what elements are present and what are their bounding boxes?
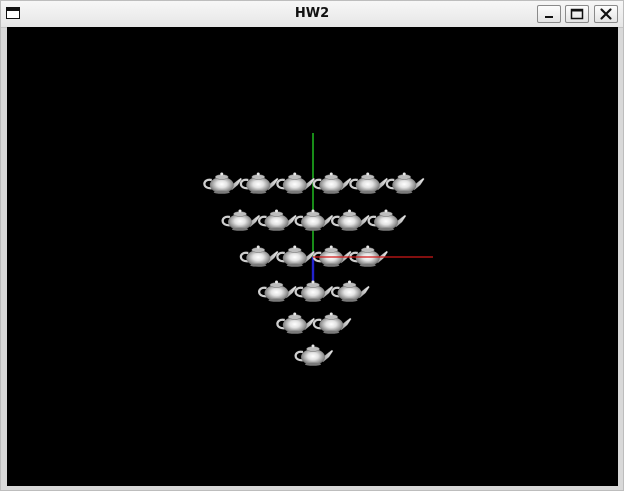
title-bar[interactable]: HW2 <box>1 1 623 28</box>
minimize-icon <box>545 16 553 18</box>
teapot-4-2 <box>294 280 334 302</box>
teapot-grid <box>203 172 425 366</box>
teapot-scene <box>203 133 433 366</box>
maximize-button[interactable] <box>565 5 589 23</box>
teapot-1-4 <box>312 172 352 194</box>
teapot-4-1 <box>258 280 297 302</box>
minimize-button[interactable] <box>537 5 561 23</box>
teapot-1-5 <box>349 172 389 194</box>
teapot-3-2 <box>276 245 316 267</box>
teapot-3-3 <box>312 245 352 267</box>
teapot-2-2 <box>258 209 297 231</box>
close-icon <box>600 8 612 20</box>
teapot-1-2 <box>239 172 279 194</box>
teapot-5-1 <box>276 312 316 334</box>
maximize-icon <box>570 8 584 20</box>
app-window: HW2 <box>0 0 624 491</box>
teapot-2-3 <box>294 209 334 231</box>
teapot-3-4 <box>349 245 389 267</box>
teapot-2-1 <box>221 209 261 231</box>
teapot-3-1 <box>239 245 279 267</box>
close-button[interactable] <box>594 5 618 23</box>
teapot-1-1 <box>203 172 243 194</box>
teapot-1-6 <box>385 172 425 194</box>
teapot-1-3 <box>276 172 316 194</box>
teapot-2-4 <box>331 209 370 231</box>
render-viewport[interactable] <box>7 27 618 486</box>
window-title: HW2 <box>294 6 330 21</box>
teapot-6-1 <box>294 344 334 366</box>
teapot-4-3 <box>331 280 370 302</box>
teapot-5-2 <box>312 312 352 334</box>
teapot-2-5 <box>367 209 407 231</box>
